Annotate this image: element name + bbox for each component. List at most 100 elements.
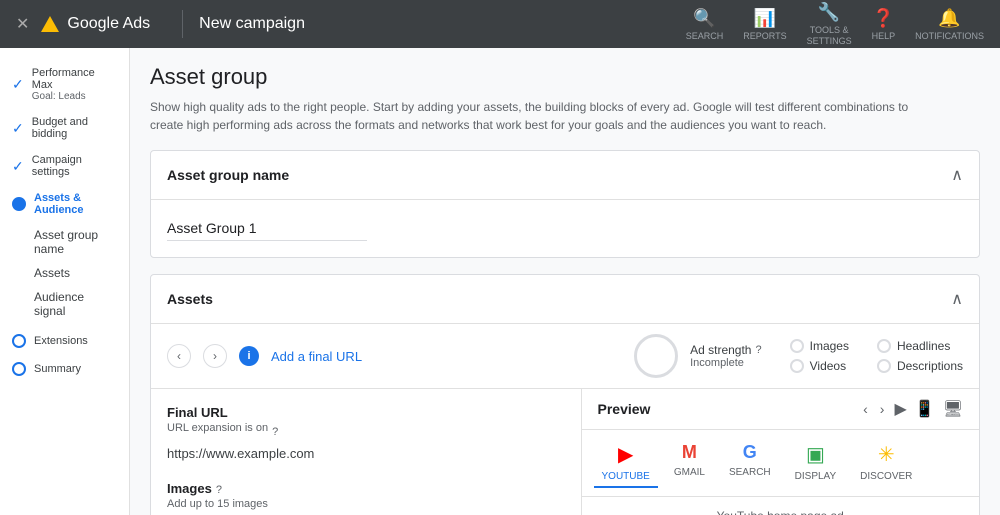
- preview-title: Preview: [598, 401, 854, 417]
- preview-page-label: YouTube home page ad: [598, 509, 964, 515]
- sidebar-sub-assets[interactable]: Assets: [34, 261, 129, 285]
- url-sublabel: URL expansion is on: [167, 422, 268, 434]
- gmail-tab-label: GMAIL: [674, 467, 705, 478]
- ad-strength-circle: [634, 334, 678, 378]
- sidebar-item-extensions[interactable]: Extensions: [0, 327, 129, 355]
- checkboxes-group-2: Headlines Descriptions: [877, 339, 963, 373]
- search-tab-label: SEARCH: [729, 467, 771, 478]
- notifications-nav-icon[interactable]: 🔔 NOTIFICATIONS: [915, 8, 984, 41]
- preview-desktop-btn[interactable]: 🖥: [943, 399, 963, 419]
- radio-headlines[interactable]: [877, 339, 891, 353]
- ad-strength-label: Ad strength: [690, 343, 751, 357]
- youtube-tab-label: YOUTUBE: [602, 471, 650, 482]
- preview-tab-youtube[interactable]: ▶ YOUTUBE: [594, 438, 658, 488]
- youtube-icon: ▶: [618, 442, 633, 467]
- radio-descriptions[interactable]: [877, 359, 891, 373]
- tools-label: TOOLS &SETTINGS: [807, 25, 852, 47]
- preview-tab-display[interactable]: ▣ DISPLAY: [787, 438, 845, 488]
- preview-tab-gmail[interactable]: M GMAIL: [666, 438, 713, 488]
- preview-header: Preview ‹ › ▶ 📱 🖥: [582, 389, 980, 430]
- help-nav-icon[interactable]: ❓ HELP: [872, 8, 896, 41]
- checkboxes-group: Images Videos: [790, 339, 849, 373]
- notifications-label: NOTIFICATIONS: [915, 31, 984, 41]
- checkbox-videos: Videos: [790, 359, 849, 373]
- sidebar: ✓ Performance Max Goal: Leads ✓ Budget a…: [0, 48, 130, 515]
- help-label: HELP: [872, 31, 896, 41]
- radio-images[interactable]: [790, 339, 804, 353]
- sidebar-sub-asset-group-name[interactable]: Asset group name: [34, 223, 129, 261]
- logo-text: Google Ads: [67, 15, 150, 33]
- preview-next-btn[interactable]: ›: [878, 399, 887, 419]
- checkbox-headlines-label: Headlines: [897, 339, 950, 353]
- sidebar-sub-audience-signal[interactable]: Audience signal: [34, 285, 129, 323]
- check-icon-budget: ✓: [12, 120, 24, 137]
- sidebar-sub-items: Asset group name Assets Audience signal: [0, 223, 129, 323]
- search-label: SEARCH: [686, 31, 724, 41]
- assets-body: Final URL URL expansion is on ? Images ?…: [151, 389, 979, 515]
- collapse-chevron-icon[interactable]: ∧: [951, 165, 963, 185]
- toolbar-info-icon[interactable]: i: [239, 346, 259, 366]
- help-icon: ❓: [872, 8, 894, 29]
- display-icon: ▣: [806, 442, 825, 467]
- ad-strength-status: Incomplete: [690, 357, 762, 369]
- sidebar-item-sublabel: Goal: Leads: [32, 91, 117, 102]
- assets-title: Assets: [167, 291, 213, 307]
- asset-group-name-input[interactable]: [167, 216, 367, 241]
- nav-icons: 🔍 SEARCH 📊 REPORTS 🔧 TOOLS &SETTINGS ❓ H…: [686, 2, 984, 47]
- images-field-label: Images: [167, 481, 212, 496]
- reports-nav-icon[interactable]: 📊 REPORTS: [743, 8, 786, 41]
- images-label-row: Images ?: [167, 481, 565, 498]
- final-url-input[interactable]: [167, 442, 565, 465]
- preview-tab-search[interactable]: G SEARCH: [721, 438, 779, 488]
- top-nav: ✕ Google Ads New campaign 🔍 SEARCH 📊 REP…: [0, 0, 1000, 48]
- reports-label: REPORTS: [743, 31, 786, 41]
- sidebar-item-performance-max[interactable]: ✓ Performance Max Goal: Leads: [0, 60, 129, 109]
- assets-card-header: Assets ∧: [151, 275, 979, 324]
- tools-icon: 🔧: [818, 2, 840, 23]
- search-nav-icon[interactable]: 🔍 SEARCH: [686, 8, 724, 41]
- asset-group-name-title: Asset group name: [167, 167, 289, 183]
- sidebar-item-summary[interactable]: Summary: [0, 355, 129, 383]
- checkbox-headlines: Headlines: [877, 339, 963, 353]
- nav-title: New campaign: [199, 15, 305, 33]
- preview-play-btn[interactable]: ▶: [894, 399, 906, 419]
- toolbar-add-url[interactable]: Add a final URL: [271, 349, 362, 364]
- assets-card: Assets ∧ ‹ › i Add a final URL Ad streng…: [150, 274, 980, 515]
- google-search-icon: G: [743, 442, 757, 463]
- circle-icon-assets: [12, 197, 26, 211]
- images-section: Images ? Add up to 15 images + IMAGES: [167, 481, 565, 515]
- logo-triangle: [41, 16, 59, 32]
- url-info-icon[interactable]: ?: [272, 426, 278, 438]
- main-layout: ✓ Performance Max Goal: Leads ✓ Budget a…: [0, 48, 1000, 515]
- sidebar-item-assets-audience[interactable]: Assets & Audience: [0, 185, 129, 223]
- preview-prev-btn[interactable]: ‹: [861, 399, 870, 419]
- radio-videos[interactable]: [790, 359, 804, 373]
- search-icon: 🔍: [693, 8, 715, 29]
- content-area: Asset group Show high quality ads to the…: [130, 48, 1000, 515]
- asset-group-name-body: [151, 200, 979, 257]
- close-icon[interactable]: ✕: [16, 14, 29, 34]
- assets-toolbar: ‹ › i Add a final URL Ad strength ? Inco…: [151, 324, 979, 389]
- sidebar-extensions-label: Extensions: [34, 335, 88, 347]
- checkbox-descriptions: Descriptions: [877, 359, 963, 373]
- toolbar-prev-btn[interactable]: ‹: [167, 344, 191, 368]
- images-info-icon[interactable]: ?: [216, 484, 222, 496]
- gmail-icon: M: [682, 442, 697, 463]
- page-description: Show high quality ads to the right peopl…: [150, 98, 930, 134]
- display-tab-label: DISPLAY: [795, 471, 837, 482]
- discover-icon: ✳: [878, 442, 895, 467]
- preview-panel: Preview ‹ › ▶ 📱 🖥 ▶ YOUTUBE M: [582, 389, 980, 515]
- toolbar-next-btn[interactable]: ›: [203, 344, 227, 368]
- preview-tabs: ▶ YOUTUBE M GMAIL G SEARCH ▣: [582, 430, 980, 497]
- reports-icon: 📊: [754, 8, 776, 29]
- check-icon-performance: ✓: [12, 76, 24, 93]
- preview-tab-discover[interactable]: ✳ DISCOVER: [852, 438, 920, 488]
- checkbox-videos-label: Videos: [810, 359, 846, 373]
- ad-strength-help-icon[interactable]: ?: [755, 344, 761, 356]
- sidebar-item-campaign-settings[interactable]: ✓ Campaign settings: [0, 147, 129, 185]
- preview-mobile-btn[interactable]: 📱: [915, 399, 935, 419]
- tools-nav-icon[interactable]: 🔧 TOOLS &SETTINGS: [807, 2, 852, 47]
- logo: Google Ads: [41, 15, 150, 33]
- sidebar-item-budget[interactable]: ✓ Budget and bidding: [0, 109, 129, 147]
- assets-collapse-chevron-icon[interactable]: ∧: [951, 289, 963, 309]
